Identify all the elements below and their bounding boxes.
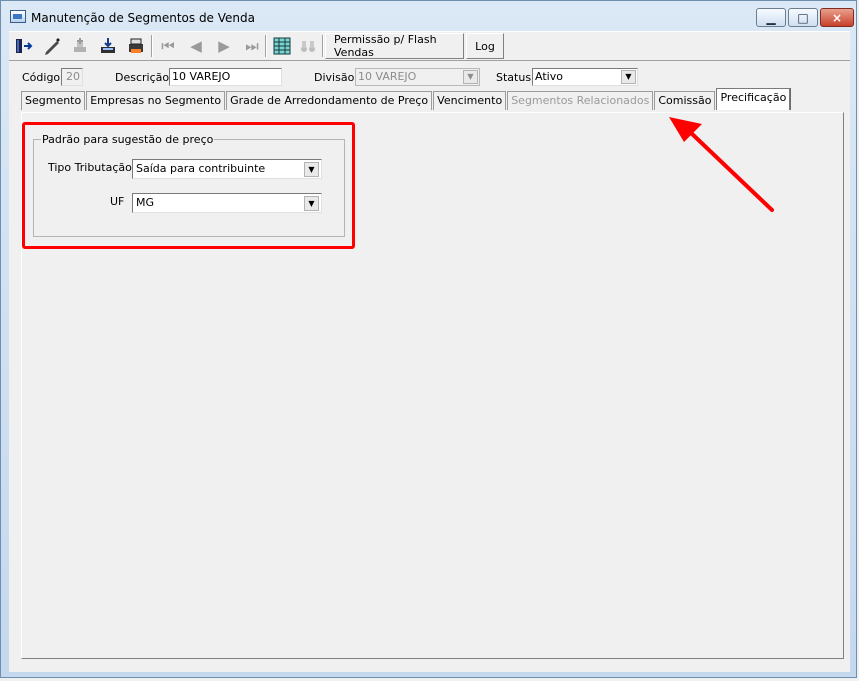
tab-empresas-no-segmento[interactable]: Empresas no Segmento [86,91,226,110]
codigo-field: 20 [61,68,83,86]
edit-button[interactable] [39,33,65,59]
codigo-label: Código [22,71,61,84]
edit-icon [45,38,60,55]
annotation-highlight-box [22,122,355,249]
application-window: Manutenção de Segmentos de Venda ▁ □ × ⏮… [0,0,857,678]
new-record-icon [74,38,86,52]
print-button[interactable] [123,33,149,59]
toolbar-separator [265,35,267,57]
search-button[interactable] [295,33,321,59]
status-select[interactable]: Ativo ▼ [532,68,638,86]
exit-button[interactable] [11,33,37,59]
divisao-select: 10 VAREJO ▼ [355,68,480,86]
minimize-icon: ▁ [766,10,776,25]
grid-view-button[interactable] [269,33,295,59]
descricao-label: Descrição [115,71,170,84]
application-icon [10,10,26,23]
grid-view-icon [273,37,291,55]
next-record-button[interactable]: ▶ [211,33,237,59]
tab-comissao[interactable]: Comissão [654,91,716,110]
tab-segmentos-relacionados: Segmentos Relacionados [507,91,654,110]
first-record-button[interactable]: ⏮ [155,33,181,59]
tab-strip: Segmento Empresas no Segmento Grade de A… [21,88,791,111]
next-record-icon: ▶ [218,37,230,55]
tab-precificacao[interactable]: Precificação [716,88,791,110]
chevron-down-icon: ▼ [463,70,478,84]
divisao-value: 10 VAREJO [358,70,417,83]
tab-grade-de-arredondamento[interactable]: Grade de Arredondamento de Preço [226,91,433,110]
print-icon [129,38,143,53]
previous-record-icon: ◀ [190,37,202,55]
binoculars-icon [301,41,315,52]
first-record-icon: ⏮ [161,37,175,55]
save-icon [101,38,115,53]
maximize-button[interactable]: □ [788,8,818,27]
status-value: Ativo [535,70,563,83]
save-button[interactable] [95,33,121,59]
log-button[interactable]: Log [466,33,504,59]
title-bar[interactable]: Manutenção de Segmentos de Venda ▁ □ × [1,1,858,31]
toolbar-separator [322,35,324,57]
close-button[interactable]: × [820,8,854,27]
status-label: Status [496,71,532,84]
minimize-button[interactable]: ▁ [756,8,786,27]
maximize-icon: □ [797,10,809,25]
toolbar: ⏮ ◀ ▶ ⏭ Permissão p/ Flash Vendas Log [9,31,850,61]
tab-vencimento[interactable]: Vencimento [433,91,507,110]
window-title: Manutenção de Segmentos de Venda [31,11,255,25]
toolbar-separator [151,35,153,57]
exit-icon [16,39,33,53]
previous-record-button[interactable]: ◀ [183,33,209,59]
descricao-input[interactable]: 10 VAREJO [169,68,282,86]
close-icon: × [831,10,843,25]
tab-segmento[interactable]: Segmento [21,91,86,110]
last-record-button[interactable]: ⏭ [239,33,265,59]
last-record-icon: ⏭ [245,37,259,55]
divisao-label: Divisão [314,71,355,84]
chevron-down-icon[interactable]: ▼ [621,70,636,84]
flash-sales-permission-button[interactable]: Permissão p/ Flash Vendas [325,33,464,59]
new-record-button[interactable] [67,33,93,59]
